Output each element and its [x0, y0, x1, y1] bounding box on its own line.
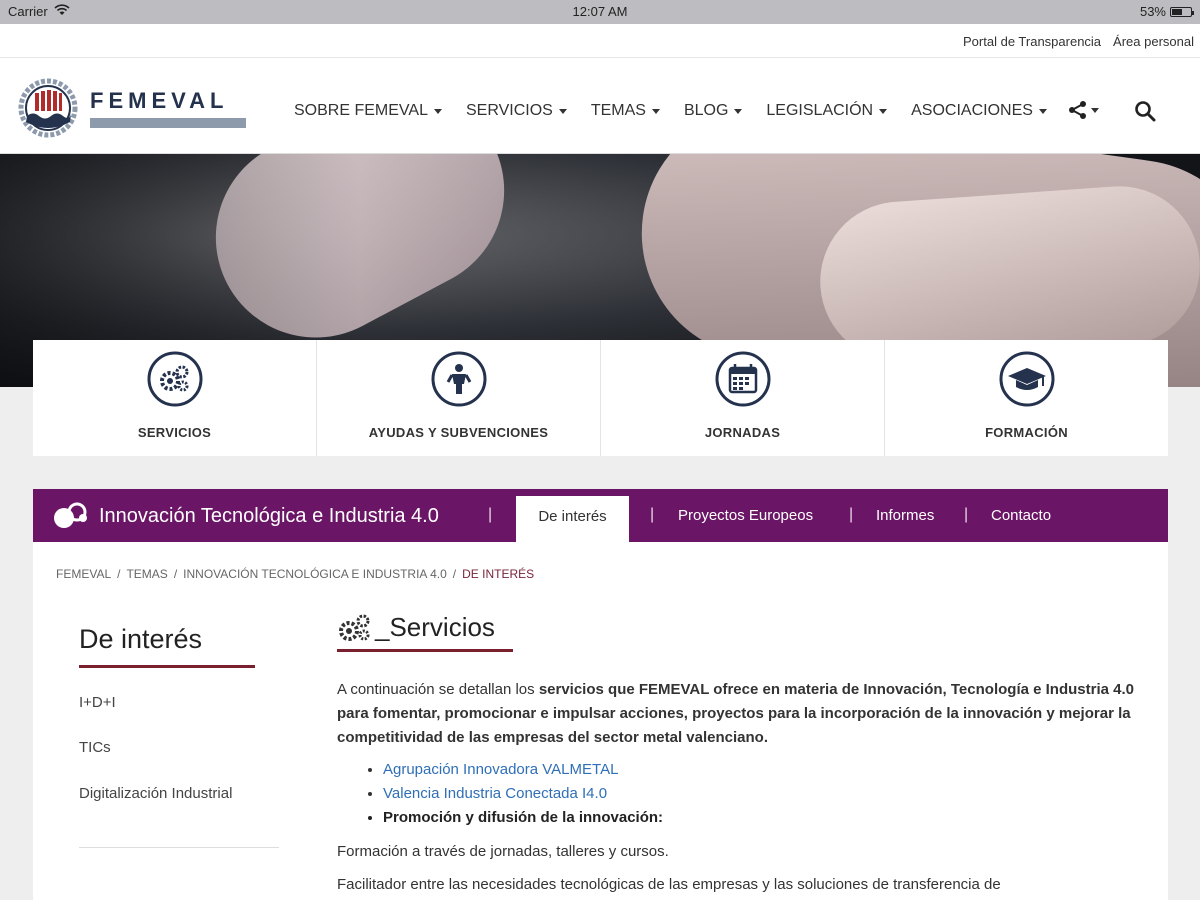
sidebar: De interés I+D+I TICs Digitalización Ind… [79, 624, 279, 802]
site-header: FEMEVAL SOBRE FEMEVAL SERVICIOS TEMAS BL… [0, 58, 1200, 154]
nav-item-blog[interactable]: BLOG [683, 102, 743, 120]
caret-down-icon [558, 108, 567, 114]
search-icon [1135, 101, 1156, 122]
page-title-rule [337, 649, 513, 652]
share-button[interactable] [1068, 100, 1099, 120]
nav-item-asociaciones[interactable]: ASOCIACIONES [911, 102, 1047, 120]
calendar-icon [715, 351, 770, 407]
status-bar: Carrier 12:07 AM 53% [0, 0, 1200, 24]
section-icon [54, 502, 87, 528]
breadcrumb: FEMEVAL / TEMAS / INNOVACIÓN TECNOLÓGICA… [56, 567, 534, 581]
services-list: Agrupación Innovadora VALMETAL Valencia … [383, 758, 1137, 830]
tab-separator: | [964, 506, 969, 523]
logo-bar [90, 118, 246, 128]
nav-item-servicios[interactable]: SERVICIOS [466, 102, 567, 120]
intro-plain: A continuación se detallan los [337, 681, 539, 698]
battery-icon [1170, 6, 1194, 17]
sidebar-item-idi[interactable]: I+D+I [79, 694, 279, 711]
gears-icon [339, 614, 370, 641]
nav-label: LEGISLACIÓN [766, 102, 874, 119]
status-time: 12:07 AM [572, 4, 628, 19]
page-title-text: _Servicios [375, 612, 495, 642]
caret-down-icon [1038, 108, 1047, 114]
utility-bar: Portal de Transparencia Área personal [0, 24, 1200, 58]
card-servicios[interactable]: SERVICIOS [33, 340, 317, 456]
list-item: Valencia Industria Conectada I4.0 [383, 782, 1137, 806]
caret-down-icon [734, 108, 743, 114]
breadcrumb-temas[interactable]: TEMAS [126, 567, 167, 581]
sidebar-item-tics[interactable]: TICs [79, 739, 279, 756]
nav-item-temas[interactable]: TEMAS [591, 102, 660, 120]
logo-wordmark: FEMEVAL [90, 88, 229, 113]
breadcrumb-separator: / [452, 567, 457, 581]
caret-down-icon [651, 108, 660, 114]
sidebar-title-rule [79, 665, 255, 668]
list-item-promocion: Promoción y difusión de la innovación: [383, 806, 1137, 830]
list-item: Agrupación Innovadora VALMETAL [383, 758, 1137, 782]
breadcrumb-separator: / [117, 567, 121, 581]
breadcrumb-femeval[interactable]: FEMEVAL [56, 567, 111, 581]
main-content: _Servicios A continuación se detallan lo… [337, 612, 1137, 897]
nav-label: BLOG [683, 102, 729, 119]
nav-label: SERVICIOS [465, 102, 553, 119]
content-panel: FEMEVAL / TEMAS / INNOVACIÓN TECNOLÓGICA… [33, 542, 1168, 900]
tab-proyectos-europeos[interactable]: Proyectos Europeos [678, 507, 813, 524]
gears-icon [147, 351, 202, 407]
card-formacion[interactable]: FORMACIÓN [885, 340, 1168, 456]
nav-label: SOBRE FEMEVAL [294, 102, 428, 119]
tab-de-interes[interactable]: De interés [516, 496, 629, 543]
utility-links: Portal de Transparencia Área personal [963, 34, 1194, 49]
sidebar-item-digitalizacion[interactable]: Digitalización Industrial [79, 785, 279, 802]
person-icon [431, 351, 486, 407]
nav-label: TEMAS [590, 102, 646, 119]
tab-separator: | [849, 506, 854, 523]
battery-percent: 53% [1139, 4, 1166, 19]
caret-down-icon [1091, 107, 1099, 113]
page-title: _Servicios [337, 612, 1137, 643]
sidebar-divider [79, 847, 279, 848]
breadcrumb-current: DE INTERÉS [462, 567, 535, 581]
card-label: JORNADAS [704, 425, 781, 440]
card-label: SERVICIOS [137, 425, 212, 440]
card-ayudas-subvenciones[interactable]: AYUDAS Y SUBVENCIONES [317, 340, 601, 456]
tab-separator: | [488, 506, 493, 523]
graduation-cap-icon [999, 351, 1054, 407]
tab-label: De interés [538, 508, 607, 525]
nav-item-legislacion[interactable]: LEGISLACIÓN [766, 102, 888, 120]
link-industria-conectada[interactable]: Valencia Industria Conectada I4.0 [383, 785, 607, 802]
card-label: AYUDAS Y SUBVENCIONES [368, 425, 549, 440]
sidebar-title: De interés [79, 624, 203, 654]
tab-separator: | [650, 506, 655, 523]
tab-contacto[interactable]: Contacto [991, 507, 1051, 524]
breadcrumb-separator: / [173, 567, 178, 581]
transparency-portal-link[interactable]: Portal de Transparencia [963, 34, 1101, 49]
personal-area-link[interactable]: Área personal [1113, 34, 1194, 49]
tab-informes[interactable]: Informes [876, 507, 934, 524]
nav-item-sobre-femeval[interactable]: SOBRE FEMEVAL [294, 102, 442, 120]
share-icon [1069, 101, 1086, 119]
card-label: FORMACIÓN [985, 425, 1068, 440]
caret-down-icon [879, 108, 888, 114]
card-jornadas[interactable]: JORNADAS [601, 340, 885, 456]
section-bar: Innovación Tecnológica e Industria 4.0 |… [33, 489, 1168, 543]
section-title: Innovación Tecnológica e Industria 4.0 [99, 505, 439, 527]
logo-emblem-icon [18, 78, 78, 138]
search-button[interactable] [1134, 100, 1156, 127]
status-right: 53% [1139, 4, 1194, 19]
main-nav: SOBRE FEMEVAL SERVICIOS TEMAS BLOG LEGIS… [294, 102, 1071, 120]
nav-label: ASOCIACIONES [911, 102, 1033, 119]
femeval-logo[interactable]: FEMEVAL [18, 76, 258, 138]
paragraph: Formación a través de jornadas, talleres… [337, 843, 669, 860]
caret-down-icon [433, 108, 442, 114]
breadcrumb-innovacion[interactable]: INNOVACIÓN TECNOLÓGICA E INDUSTRIA 4.0 [183, 567, 447, 581]
link-valmetal[interactable]: Agrupación Innovadora VALMETAL [383, 761, 618, 778]
paragraph: Facilitador entre las necesidades tecnol… [337, 876, 1001, 893]
quick-links: SERVICIOS AYUDAS Y SUBVENCIONES JORNADAS [33, 340, 1168, 456]
intro-paragraph: A continuación se detallan los servicios… [337, 678, 1137, 750]
